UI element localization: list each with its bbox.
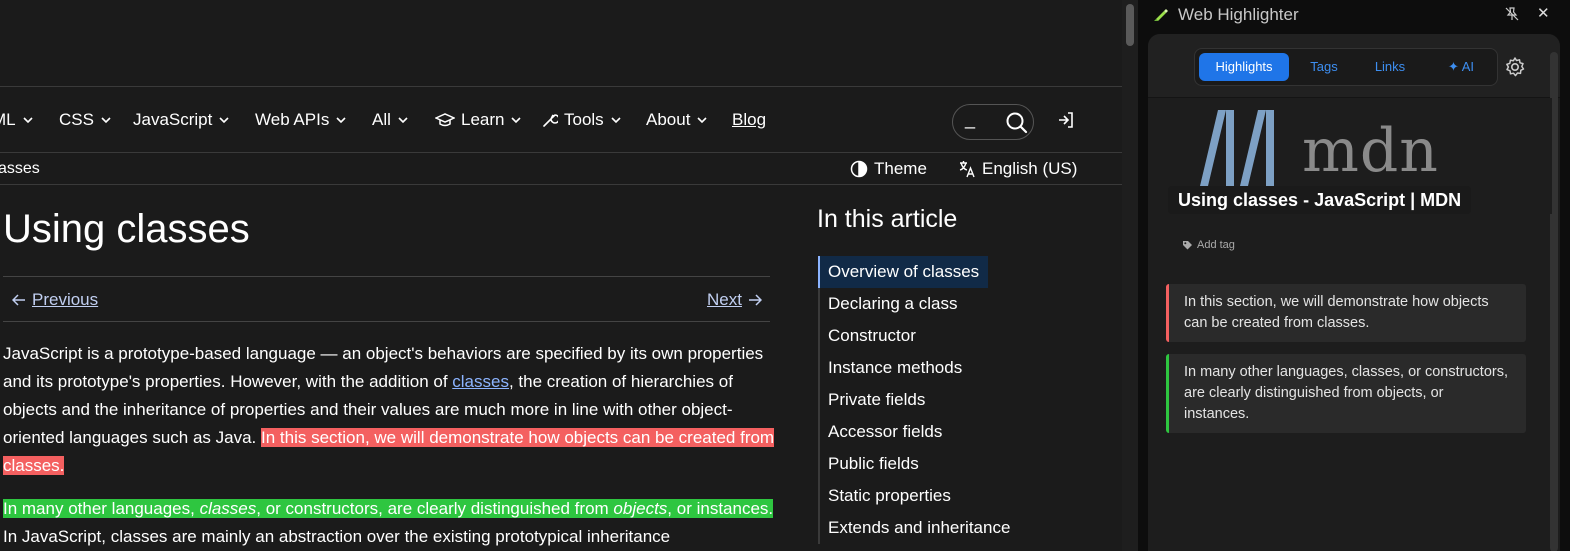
classes-link[interactable]: classes [452,372,509,391]
sparkle-icon: ✦ [1447,59,1462,74]
tab-tags[interactable]: Tags [1291,53,1357,81]
translate-icon [959,161,975,178]
graduation-cap-icon [435,113,455,127]
article-paragraph: JavaScript is a prototype-based language… [3,340,775,480]
panel-toolbar: Highlights Tags Links ✦ AI [1148,34,1560,98]
tag-icon [1183,240,1192,249]
page-title: Using classes [3,207,250,251]
wrench-icon [543,114,558,127]
nav-item-learn[interactable]: Learn [435,110,522,130]
toc-item[interactable]: Declaring a class [820,288,1078,320]
nav-item-tools[interactable]: Tools [542,110,622,130]
unpin-icon[interactable] [1505,7,1519,21]
text-run: In many other languages, [3,499,200,518]
toc-item[interactable]: Public fields [820,448,1078,480]
nav-item-about[interactable]: About [646,110,708,130]
chevron-down-icon [398,117,408,124]
nav-item-label: ML [0,110,16,129]
toc-title: In this article [817,205,958,233]
chevron-down-icon [336,117,346,124]
close-icon[interactable]: ✕ [1537,4,1550,22]
nav-item-javascript[interactable]: JavaScript [133,110,230,130]
emphasis: classes [199,499,257,518]
chevron-down-icon [23,117,33,124]
next-link-label: Next [707,290,742,309]
nav-item-label: Learn [461,110,505,129]
highlight-card-green[interactable]: In many other languages, classes, or con… [1166,354,1526,433]
tab-highlights[interactable]: Highlights [1199,53,1289,81]
next-link[interactable]: Next [707,290,762,310]
add-tag-button[interactable]: Add tag [1182,239,1235,251]
nav-item-label: Web APIs [255,110,330,129]
panel-header: Web Highlighter ✕ [1138,0,1570,30]
chevron-down-icon [511,117,522,124]
language-label: English (US) [982,159,1078,178]
text-run: , or instances. [667,499,774,518]
mdn-logo [1200,110,1274,186]
divider [3,321,770,322]
chevron-down-icon [611,117,621,124]
login-icon[interactable] [1056,110,1076,130]
mdn-wordmark: mdn [1302,116,1439,186]
toc-item[interactable]: Accessor fields [820,416,1078,448]
toc-item[interactable]: Instance methods [820,352,1078,384]
nav-item-label: JavaScript [133,110,213,129]
tab-ai[interactable]: ✦ AI [1431,53,1491,81]
chevron-down-icon [697,117,708,124]
panel-body: Highlights Tags Links ✦ AI mdn Using cla… [1148,34,1560,551]
previous-link[interactable]: Previous [12,290,98,310]
emphasis: objects [613,499,668,518]
breadcrumb-bar: asses Theme English (US) [0,154,1122,185]
divider [3,276,770,277]
arrow-left-icon [12,294,25,306]
nav-item-all[interactable]: All [372,110,409,130]
mdn-page: ML CSS JavaScript Web APIs All Learn Too… [0,0,1122,551]
page-preview-banner: mdn Using classes - JavaScript | MDN [1148,98,1552,214]
tab-links[interactable]: Links [1357,53,1423,81]
article-paragraph: In many other languages, classes, or con… [3,495,775,551]
highlighter-pen-icon [1154,9,1168,21]
top-band [0,0,1122,87]
toc-item[interactable]: Overview of classes [818,256,988,288]
page-scrollbar[interactable] [1122,0,1138,551]
highlight-card-red[interactable]: In this section, we will demonstrate how… [1166,284,1526,342]
panel-title: Web Highlighter [1178,5,1299,24]
green-highlight[interactable]: In many other languages, classes, or con… [3,499,774,518]
nav-item-label: About [646,110,691,129]
tab-ai-label: AI [1461,59,1475,74]
theme-button[interactable]: Theme [850,159,927,179]
table-of-contents: Overview of classes Declaring a class Co… [818,256,1078,544]
breadcrumb[interactable]: asses [0,160,40,178]
chevron-down-icon [219,117,229,124]
gear-icon[interactable] [1504,56,1526,78]
theme-label: Theme [874,159,927,178]
text-run: , or constructors, are clearly distingui… [256,499,614,518]
page-title-chip: Using classes - JavaScript | MDN [1168,186,1472,214]
nav-item-label: All [372,110,391,129]
nav-item-label: CSS [59,110,94,129]
arrow-right-icon [748,294,762,306]
search-icon[interactable] [1005,111,1029,135]
main-nav: ML CSS JavaScript Web APIs All Learn Too… [0,88,1122,153]
scrollbar-thumb[interactable] [1126,4,1134,46]
nav-item-label: Tools [564,110,604,129]
toc-item[interactable]: Private fields [820,384,1078,416]
chevron-down-icon [101,117,111,124]
toc-item[interactable]: Constructor [820,320,1078,352]
nav-item-web-apis[interactable]: Web APIs [255,110,347,130]
theme-icon [850,160,868,178]
search-input[interactable]: _ [952,104,1034,140]
nav-item-html[interactable]: ML [0,110,34,130]
search-input-value: _ [965,109,976,129]
language-button[interactable]: English (US) [958,159,1077,179]
previous-link-label: Previous [32,290,99,309]
toc-item[interactable]: Static properties [820,480,1078,512]
add-tag-label: Add tag [1197,239,1235,251]
text-run: In JavaScript, classes are mainly an abs… [3,527,671,546]
nav-blog-link[interactable]: Blog [732,110,766,130]
nav-item-css[interactable]: CSS [59,110,112,130]
tab-group: Highlights Tags Links ✦ AI [1194,48,1498,86]
toc-item[interactable]: Extends and inheritance [820,512,1078,544]
web-highlighter-panel: Web Highlighter ✕ Highlights Tags Links … [1138,0,1570,551]
